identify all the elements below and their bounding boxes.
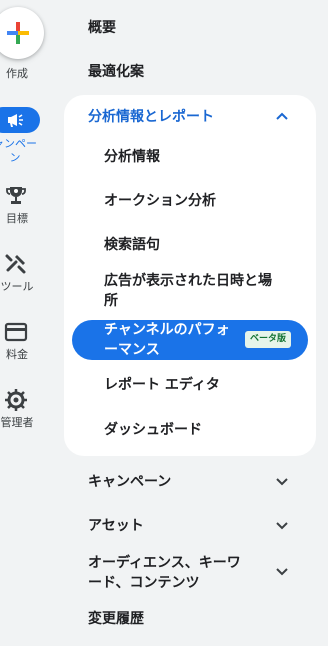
nav-overview[interactable]: 概要: [88, 17, 116, 37]
tools-label: ツール: [0, 280, 34, 293]
nav-audiences-keywords-content[interactable]: オーディエンス、キーワード、コンテンツ: [88, 553, 248, 593]
channel-performance-label: チャンネルのパフォーマンス: [104, 322, 230, 358]
tools-icon[interactable]: [2, 250, 30, 278]
nav-dashboards[interactable]: ダッシュボード: [104, 420, 202, 440]
create-label: 作成: [6, 67, 28, 80]
chevron-down-icon[interactable]: [273, 517, 291, 535]
nav-insights[interactable]: 分析情報: [104, 147, 160, 167]
create-button[interactable]: [0, 7, 44, 59]
campaigns-rail-button[interactable]: [0, 107, 40, 133]
nav-when-where-ads-showed[interactable]: 広告が表示された日時と場所: [104, 271, 284, 311]
insights-reports-section: 分析情報とレポート 分析情報 オークション分析 検索語句 広告が表示された日時と…: [64, 95, 316, 456]
insights-reports-header[interactable]: 分析情報とレポート: [88, 106, 214, 126]
nav-campaigns[interactable]: キャンペーン: [88, 472, 171, 492]
left-rail: 作成 ャンペーン 目標 ツール 料金 管理者: [0, 0, 64, 646]
beta-badge: ベータ版: [245, 331, 292, 348]
nav-assets[interactable]: アセット: [88, 516, 144, 536]
megaphone-icon: [8, 114, 23, 127]
chevron-up-icon[interactable]: [273, 107, 291, 125]
nav-search-terms[interactable]: 検索語句: [104, 235, 160, 255]
gear-icon[interactable]: [2, 386, 30, 414]
trophy-icon[interactable]: [2, 182, 30, 210]
chevron-down-icon[interactable]: [273, 563, 291, 581]
nav-recommendations[interactable]: 最適化案: [88, 61, 144, 81]
goals-label: 目標: [6, 212, 28, 225]
nav-report-editor[interactable]: レポート エディタ: [104, 375, 220, 395]
billing-label: 料金: [6, 348, 28, 361]
campaigns-rail-label: ャンペーン: [0, 137, 37, 164]
plus-icon: [7, 22, 29, 44]
nav-auction-insights[interactable]: オークション分析: [104, 191, 216, 211]
nav-change-history[interactable]: 変更履歴: [88, 609, 144, 629]
nav-channel-performance[interactable]: チャンネルのパフォーマンス ベータ版: [72, 320, 308, 360]
credit-card-icon[interactable]: [2, 318, 30, 346]
chevron-down-icon[interactable]: [273, 473, 291, 491]
admin-label: 管理者: [0, 416, 34, 429]
